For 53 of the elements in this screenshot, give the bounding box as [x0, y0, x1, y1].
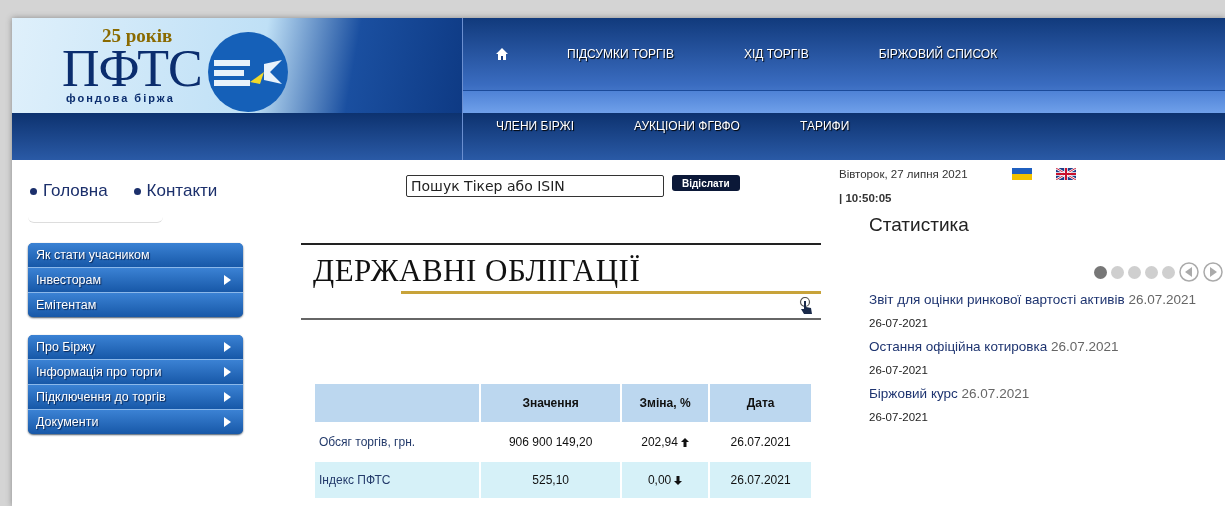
nav-link[interactable]: БІРЖОВИЙ СПИСОК — [878, 47, 998, 61]
news-link[interactable]: Звіт для оцінки ринкової вартості активів 26.07.2021 — [869, 292, 1209, 307]
table-cell: 26.07.2021 — [710, 462, 811, 498]
logo-tagline: фондова біржа — [66, 92, 175, 104]
british-flag-icon[interactable] — [1055, 168, 1076, 180]
row-label: Обсяг торгів, грн. — [318, 434, 417, 451]
home-icon[interactable] — [495, 47, 509, 61]
logo-emblem-icon — [205, 30, 290, 114]
time-text: | 10:50:05 — [839, 192, 893, 204]
search-field[interactable]: Пошук Тікер або ISIN — [406, 175, 664, 197]
column-header: Дата — [710, 384, 811, 422]
pointer-hand-icon[interactable] — [799, 297, 815, 315]
sidebar-item[interactable]: Інформація про торги — [28, 359, 243, 384]
page-dot[interactable] — [1162, 265, 1175, 279]
news-link[interactable]: Біржовий курс 26.07.2021 — [869, 386, 1209, 401]
sidebar-item[interactable]: Документи — [28, 409, 243, 434]
sidebar-item[interactable]: Як стати учасником — [28, 243, 243, 267]
nav-link[interactable]: ХІД ТОРГІВ — [743, 47, 809, 61]
sidebar-item[interactable]: Інвесторам — [28, 267, 243, 292]
table-cell-text: 906 900 149,20 — [507, 434, 594, 451]
section-heading: Статистика — [869, 214, 970, 236]
sidebar-item[interactable]: Емітентам — [28, 292, 243, 317]
quick-link[interactable]: Головна — [30, 180, 108, 202]
submit-button[interactable]: Відіслати — [672, 175, 740, 191]
nav-link[interactable]: ЧЛЕНИ БІРЖІ — [496, 119, 574, 133]
nav-link[interactable]: ТАРИФИ — [799, 119, 850, 133]
table-cell: 0,00 — [622, 462, 709, 498]
sidebar-item[interactable]: Про Біржу — [28, 335, 243, 359]
nav-link[interactable]: ПІДСУМКИ ТОРГІВ — [567, 47, 674, 61]
previous-button[interactable] — [1179, 262, 1199, 282]
column-header: Значення — [481, 384, 621, 422]
row-label: Індекс ПФТС — [315, 462, 480, 498]
table-cell: 525,10 — [481, 462, 621, 498]
news-date: 26-07-2021 — [869, 317, 929, 329]
page-dot[interactable] — [1111, 265, 1124, 279]
anniversary-text: 25 років — [102, 26, 173, 46]
sidebar-item[interactable]: Підключення до торгів — [28, 384, 243, 409]
news-link[interactable]: Остання офіційна котировка 26.07.2021 — [869, 339, 1209, 354]
news-date: 26-07-2021 — [869, 364, 929, 376]
ukrainian-flag-icon[interactable] — [1011, 168, 1032, 180]
page-dot[interactable] — [1094, 265, 1107, 279]
table-cell-text: 26.07.2021 — [729, 434, 792, 451]
nav-link[interactable]: АУКЦІОНИ ФГВФО — [634, 119, 740, 133]
table-cell: 202,94 — [622, 424, 709, 460]
news-date: 26-07-2021 — [869, 411, 929, 423]
page-dot[interactable] — [1145, 265, 1158, 279]
page-title: ДЕРЖАВНІ ОБЛІГАЦІЇ — [312, 252, 641, 289]
column-header: Зміна, % — [622, 384, 709, 422]
logo-name: ПФТС — [62, 46, 202, 92]
date-text: Вівторок, 27 липня 2021 — [839, 168, 968, 180]
next-button[interactable] — [1203, 262, 1223, 282]
quick-link[interactable]: Контакти — [133, 180, 218, 202]
page-dot[interactable] — [1128, 265, 1141, 279]
